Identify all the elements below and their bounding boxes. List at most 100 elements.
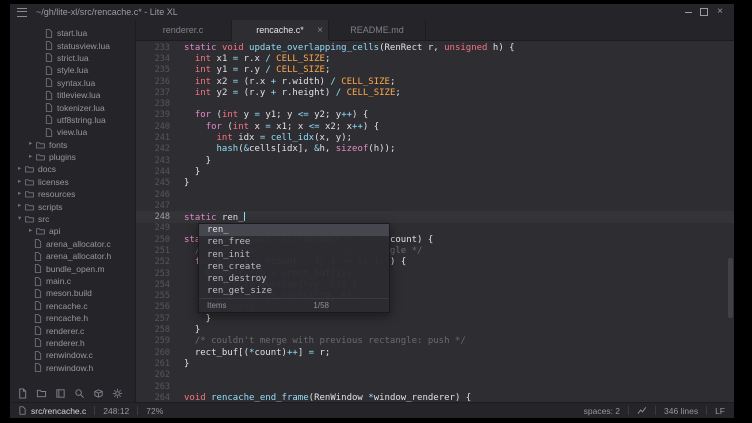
tree-item-label: licenses <box>38 177 69 187</box>
line-number: 244 <box>136 167 178 177</box>
package-icon[interactable] <box>93 388 104 399</box>
new-file-icon[interactable] <box>17 388 28 399</box>
statusbar-line-count[interactable]: 346 lines <box>664 406 698 416</box>
tree-item-arena-allocator-h[interactable]: arena_allocator.h <box>10 250 135 262</box>
statusbar-file-segment[interactable]: src/rencache.c <box>19 406 86 416</box>
code-line[interactable]: 245} <box>136 178 734 189</box>
code-text: int y1 = r.y / CELL_SIZE; <box>178 65 330 75</box>
tree-item-syntax-lua[interactable]: syntax.lua <box>10 77 135 89</box>
tree-item-tokenizer-lua[interactable]: tokenizer.lua <box>10 101 135 113</box>
tab-rencache-c[interactable]: rencache.c*× <box>232 20 329 40</box>
code-line[interactable]: 240 for (int x = x1; x <= x2; x++) { <box>136 121 734 132</box>
tree-item-label: rencache.h <box>46 313 88 323</box>
chevron-down-icon: ▾ <box>18 216 25 223</box>
code-line[interactable]: 257 } <box>136 313 734 324</box>
file-icon <box>34 301 42 310</box>
tree-item-bundle-open-m[interactable]: bundle_open.m <box>10 262 135 274</box>
code-line[interactable]: 246 <box>136 189 734 200</box>
tree-item-main-c[interactable]: main.c <box>10 275 135 287</box>
file-icon <box>34 289 42 298</box>
tree-item-rencache-h[interactable]: rencache.h <box>10 312 135 324</box>
tree-item-scripts[interactable]: ▸scripts <box>10 200 135 212</box>
tree-item-src[interactable]: ▾src <box>10 213 135 225</box>
scrollbar-thumb[interactable] <box>728 258 733 318</box>
autocomplete-item-ren-init[interactable]: ren_init <box>199 249 389 261</box>
book-icon[interactable] <box>55 388 66 399</box>
statusbar-spaces[interactable]: spaces: 2 <box>584 406 620 416</box>
maximize-icon[interactable] <box>696 5 712 19</box>
close-icon[interactable]: × <box>712 5 728 19</box>
code-text: } <box>178 178 189 188</box>
graph-icon[interactable] <box>637 406 647 415</box>
tree-item-api[interactable]: ▸api <box>10 225 135 237</box>
code-line[interactable]: 262 <box>136 370 734 381</box>
code-line[interactable]: 233static void update_overlapping_cells(… <box>136 42 734 53</box>
tree-item-strict-lua[interactable]: strict.lua <box>10 52 135 64</box>
code-editor[interactable]: 232233static void update_overlapping_cel… <box>136 41 734 403</box>
code-line[interactable]: 241 int idx = cell_idx(x, y); <box>136 132 734 143</box>
tree-item-renderer-c[interactable]: renderer.c <box>10 324 135 336</box>
autocomplete-item-ren-destroy[interactable]: ren_destroy <box>199 273 389 285</box>
code-line[interactable]: 235 int y1 = r.y / CELL_SIZE; <box>136 65 734 76</box>
tab-readme-md[interactable]: README.md <box>329 20 426 40</box>
tree-item-renderer-h[interactable]: renderer.h <box>10 337 135 349</box>
tree-item-docs[interactable]: ▸docs <box>10 163 135 175</box>
statusbar-line-ending[interactable]: LF <box>715 406 725 416</box>
code-line[interactable]: 239 for (int y = y1; y <= y2; y++) { <box>136 110 734 121</box>
tree-item-label: docs <box>38 164 56 174</box>
file-tree: start.luastatusview.luastrict.luastyle.l… <box>10 20 135 374</box>
tree-item-utf8string-lua[interactable]: utf8string.lua <box>10 114 135 126</box>
code-line[interactable]: 248static ren_ <box>136 211 734 222</box>
tree-item-fonts[interactable]: ▸fonts <box>10 139 135 151</box>
autocomplete-item-ren-free[interactable]: ren_free <box>199 236 389 248</box>
tree-item-start-lua[interactable]: start.lua <box>10 27 135 39</box>
folder-icon <box>25 203 34 211</box>
tree-item-meson-build[interactable]: meson.build <box>10 287 135 299</box>
autocomplete-item-ren[interactable]: ren_ <box>199 224 389 236</box>
code-line[interactable]: 247 <box>136 200 734 211</box>
code-line[interactable]: 234 int x1 = r.x / CELL_SIZE; <box>136 53 734 64</box>
statusbar-cursor-position[interactable]: 248:12 <box>103 406 129 416</box>
statusbar-scroll-percent[interactable]: 72% <box>146 406 163 416</box>
code-line[interactable]: 260 rect_buf[(*count)++] = r; <box>136 347 734 358</box>
line-number: 253 <box>136 269 178 279</box>
open-folder-icon[interactable] <box>36 388 47 399</box>
code-line[interactable]: 242 hash(&cells[idx], &h, sizeof(h)); <box>136 144 734 155</box>
code-line[interactable]: 236 int x2 = (r.x + r.width) / CELL_SIZE… <box>136 76 734 87</box>
code-line[interactable]: 243 } <box>136 155 734 166</box>
tree-item-style-lua[interactable]: style.lua <box>10 64 135 76</box>
settings-icon[interactable] <box>112 388 123 399</box>
tree-item-plugins[interactable]: ▸plugins <box>10 151 135 163</box>
code-line[interactable]: 237 int y2 = (r.y + r.height) / CELL_SIZ… <box>136 87 734 98</box>
code-text: /* couldn't merge with previous rectangl… <box>178 336 466 346</box>
tab-renderer-c[interactable]: renderer.c <box>135 20 232 40</box>
tree-item-label: rencache.c <box>46 301 88 311</box>
tab-close-icon[interactable]: × <box>317 25 323 36</box>
search-icon[interactable] <box>74 388 85 399</box>
line-number: 257 <box>136 314 178 324</box>
code-line[interactable]: 263 <box>136 381 734 392</box>
tree-item-licenses[interactable]: ▸licenses <box>10 176 135 188</box>
tree-item-renwindow-h[interactable]: renwindow.h <box>10 362 135 374</box>
code-line[interactable]: 259 /* couldn't merge with previous rect… <box>136 336 734 347</box>
file-icon <box>45 41 53 50</box>
code-line[interactable]: 238 <box>136 98 734 109</box>
tree-item-titleview-lua[interactable]: titleview.lua <box>10 89 135 101</box>
tree-item-arena-allocator-c[interactable]: arena_allocator.c <box>10 238 135 250</box>
file-icon <box>45 115 53 124</box>
tree-item-rencache-c[interactable]: rencache.c <box>10 300 135 312</box>
code-text: int x1 = r.x / CELL_SIZE; <box>178 54 330 64</box>
tree-item-view-lua[interactable]: view.lua <box>10 126 135 138</box>
code-line[interactable]: 258 } <box>136 324 734 335</box>
tree-item-renwindow-c[interactable]: renwindow.c <box>10 349 135 361</box>
menu-icon[interactable] <box>17 8 27 17</box>
autocomplete-item-ren-create[interactable]: ren_create <box>199 261 389 273</box>
minimize-icon[interactable] <box>680 5 696 19</box>
tree-item-statusview-lua[interactable]: statusview.lua <box>10 39 135 51</box>
statusbar-left: src/rencache.c 248:12 72% <box>19 406 163 416</box>
tree-item-resources[interactable]: ▸resources <box>10 188 135 200</box>
code-line[interactable]: 244 } <box>136 166 734 177</box>
autocomplete-item-ren-get-size[interactable]: ren_get_size <box>199 285 389 297</box>
folder-icon <box>25 165 34 173</box>
code-line[interactable]: 261} <box>136 358 734 369</box>
